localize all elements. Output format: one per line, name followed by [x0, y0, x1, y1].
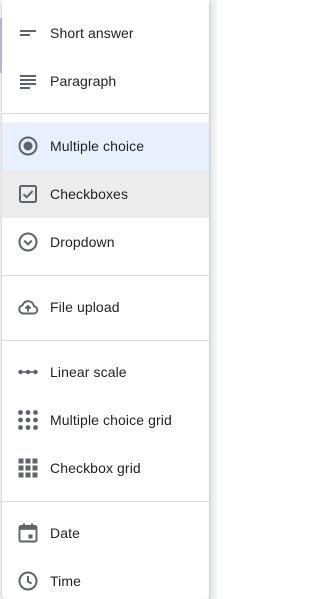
menu-item-label: Short answer	[50, 25, 134, 41]
menu-item-date[interactable]: Date	[2, 509, 209, 557]
paragraph-icon	[20, 75, 36, 89]
dropdown-circle-icon	[18, 232, 38, 252]
menu-item-label: Time	[50, 573, 81, 589]
menu-item-multiple-choice[interactable]: Multiple choice	[2, 122, 209, 170]
question-type-menu-screen: Short answer Paragraph Multiple choice C…	[0, 0, 217, 599]
menu-item-label: File upload	[50, 299, 120, 315]
menu-item-label: Dropdown	[50, 234, 115, 250]
menu-item-checkbox-grid[interactable]: Checkbox grid	[2, 444, 209, 492]
page-backdrop	[209, 0, 217, 599]
menu-divider	[2, 113, 209, 114]
menu-item-dropdown[interactable]: Dropdown	[2, 218, 209, 266]
menu-item-file-upload[interactable]: File upload	[2, 283, 209, 331]
menu-divider	[2, 275, 209, 276]
menu-item-label: Date	[50, 525, 80, 541]
menu-item-label: Linear scale	[50, 364, 127, 380]
menu-item-label: Checkbox grid	[50, 460, 141, 476]
dot-grid-icon	[18, 410, 38, 430]
checkbox-icon	[19, 185, 37, 203]
radio-button-icon	[18, 136, 38, 156]
menu-item-short-answer[interactable]: Short answer	[2, 9, 209, 57]
menu-item-checkboxes[interactable]: Checkboxes	[2, 170, 209, 218]
menu-item-paragraph[interactable]: Paragraph	[2, 57, 209, 105]
clock-icon	[18, 571, 38, 591]
cloud-upload-icon	[18, 300, 39, 315]
square-grid-icon	[18, 458, 38, 478]
menu-divider	[2, 340, 209, 341]
menu-item-label: Multiple choice	[50, 138, 145, 154]
question-type-dropdown-menu: Short answer Paragraph Multiple choice C…	[2, 0, 209, 599]
menu-item-label: Checkboxes	[50, 186, 129, 202]
linear-scale-icon	[18, 369, 38, 375]
menu-item-label: Multiple choice grid	[50, 412, 172, 428]
calendar-icon	[18, 523, 38, 543]
menu-item-label: Paragraph	[50, 73, 117, 89]
menu-item-multiple-choice-grid[interactable]: Multiple choice grid	[2, 396, 209, 444]
menu-divider	[2, 501, 209, 502]
short-answer-icon	[20, 30, 36, 36]
menu-item-time[interactable]: Time	[2, 557, 209, 599]
menu-item-linear-scale[interactable]: Linear scale	[2, 348, 209, 396]
